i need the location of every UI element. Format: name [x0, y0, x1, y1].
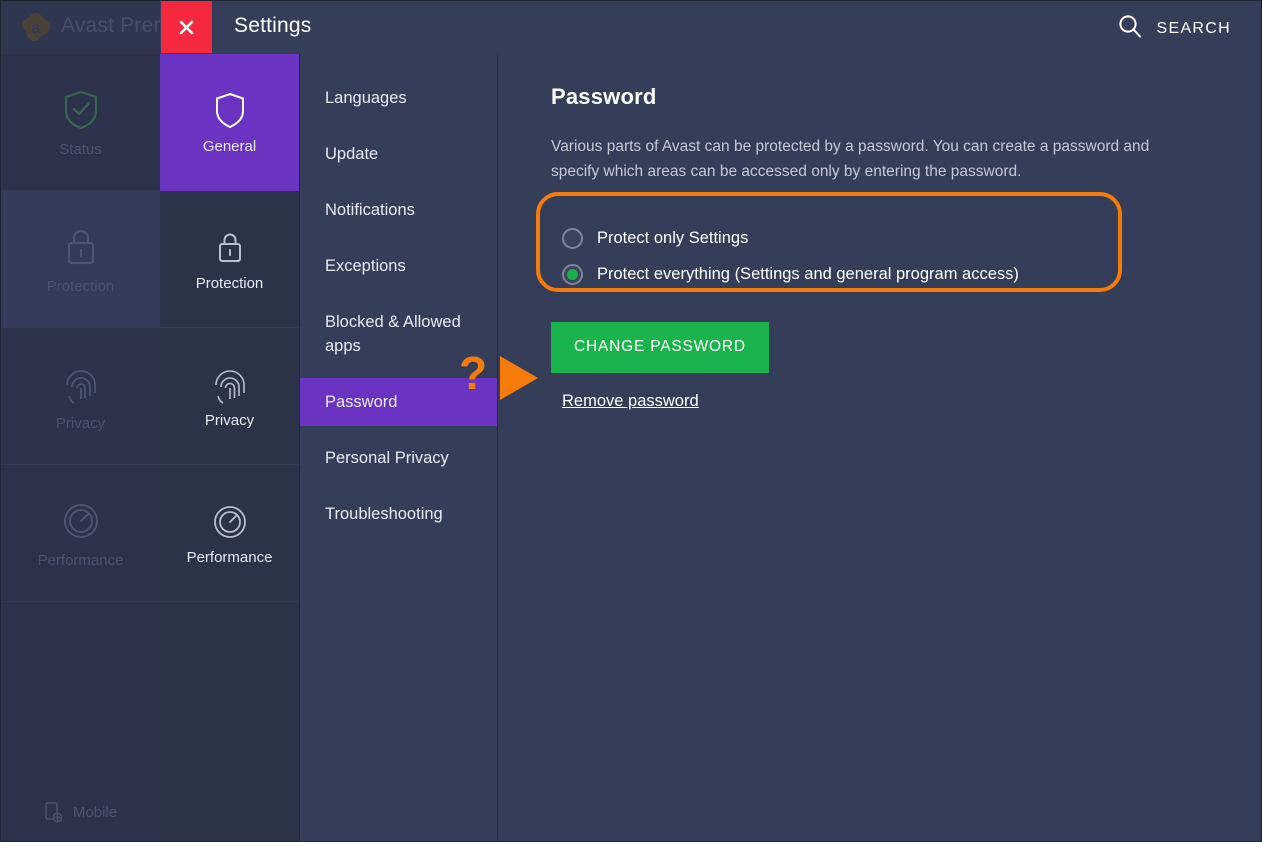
sidebar-item-protection[interactable]: Protection	[1, 191, 160, 328]
sidebar-item-status[interactable]: Status	[1, 54, 160, 191]
avast-logo-icon: a	[19, 11, 53, 45]
speedometer-icon	[59, 499, 103, 543]
radio-label: Protect everything (Settings and general…	[597, 264, 1019, 283]
category-item-performance[interactable]: Performance	[160, 465, 299, 602]
shield-check-icon	[59, 88, 103, 132]
change-password-button[interactable]: CHANGE PASSWORD	[551, 322, 769, 373]
fingerprint-icon	[210, 365, 250, 405]
category-item-label: General	[202, 137, 257, 155]
close-icon	[178, 19, 195, 36]
sidebar-item-mobile[interactable]: Mobile	[1, 781, 160, 841]
close-button[interactable]	[161, 1, 212, 53]
submenu-item-troubleshooting[interactable]: Troubleshooting	[300, 490, 497, 538]
radio-checked-icon	[562, 263, 583, 285]
lock-icon	[210, 228, 250, 268]
settings-main-pane: Password Various parts of Avast can be p…	[499, 54, 1261, 841]
submenu-item-notifications[interactable]: Notifications	[300, 186, 497, 234]
mobile-add-icon	[44, 801, 64, 823]
svg-text:a: a	[31, 18, 41, 37]
radio-label: Protect only Settings	[597, 228, 749, 247]
settings-titlebar: Settings SEARCH	[160, 1, 1261, 54]
page-title: Settings	[234, 14, 312, 37]
search-label: SEARCH	[1156, 19, 1231, 37]
settings-window: Settings SEARCH General Protection Priva…	[160, 1, 1261, 841]
background-sidebar: Status Protection Privacy Performance Mo…	[1, 54, 160, 841]
sidebar-item-privacy[interactable]: Privacy	[1, 328, 160, 465]
sidebar-item-label: Protection	[46, 277, 115, 295]
submenu-item-exceptions[interactable]: Exceptions	[300, 242, 497, 290]
remove-password-link[interactable]: Remove password	[562, 392, 736, 411]
category-item-protection[interactable]: Protection	[160, 191, 299, 328]
avast-settings-screen: a Avast Prem Status Protection Privacy P…	[0, 0, 1262, 842]
category-item-privacy[interactable]: Privacy	[160, 328, 299, 465]
category-item-label: Privacy	[204, 411, 255, 429]
submenu-item-personal-privacy[interactable]: Personal Privacy	[300, 434, 497, 482]
radio-protect-everything[interactable]: Protect everything (Settings and general…	[551, 256, 1123, 292]
sidebar-item-label: Privacy	[55, 414, 106, 432]
search-button[interactable]: SEARCH	[1117, 13, 1231, 44]
section-description: Various parts of Avast can be protected …	[551, 138, 1150, 180]
speedometer-icon	[210, 502, 250, 542]
sidebar-item-performance[interactable]: Performance	[1, 465, 160, 602]
submenu-item-password[interactable]: Password	[300, 378, 497, 426]
sidebar-item-label: Performance	[37, 551, 124, 569]
submenu-item-update[interactable]: Update	[300, 130, 497, 178]
section-title: Password	[551, 84, 657, 109]
fingerprint-icon	[59, 362, 103, 406]
category-item-general[interactable]: General	[160, 54, 299, 191]
search-icon	[1117, 13, 1143, 44]
radio-unchecked-icon	[562, 227, 583, 249]
password-scope-radio-group: Protect only Settings Protect everything…	[551, 206, 1123, 306]
submenu-item-blocked-allowed-apps[interactable]: Blocked & Allowed apps	[300, 298, 497, 370]
category-item-label: Protection	[195, 274, 264, 292]
background-brand-title: Avast Prem	[61, 14, 172, 37]
settings-submenu-column: Languages Update Notifications Exception…	[300, 54, 498, 841]
category-item-label: Performance	[186, 548, 273, 566]
sidebar-item-label: Status	[59, 140, 102, 158]
sidebar-item-label: Mobile	[72, 803, 118, 821]
settings-category-column: General Protection Privacy Performance	[160, 54, 300, 841]
lock-icon	[59, 225, 103, 269]
shield-icon	[210, 91, 250, 131]
category-column-filler	[160, 602, 299, 841]
submenu-item-languages[interactable]: Languages	[300, 74, 497, 122]
radio-protect-only-settings[interactable]: Protect only Settings	[551, 220, 1123, 256]
